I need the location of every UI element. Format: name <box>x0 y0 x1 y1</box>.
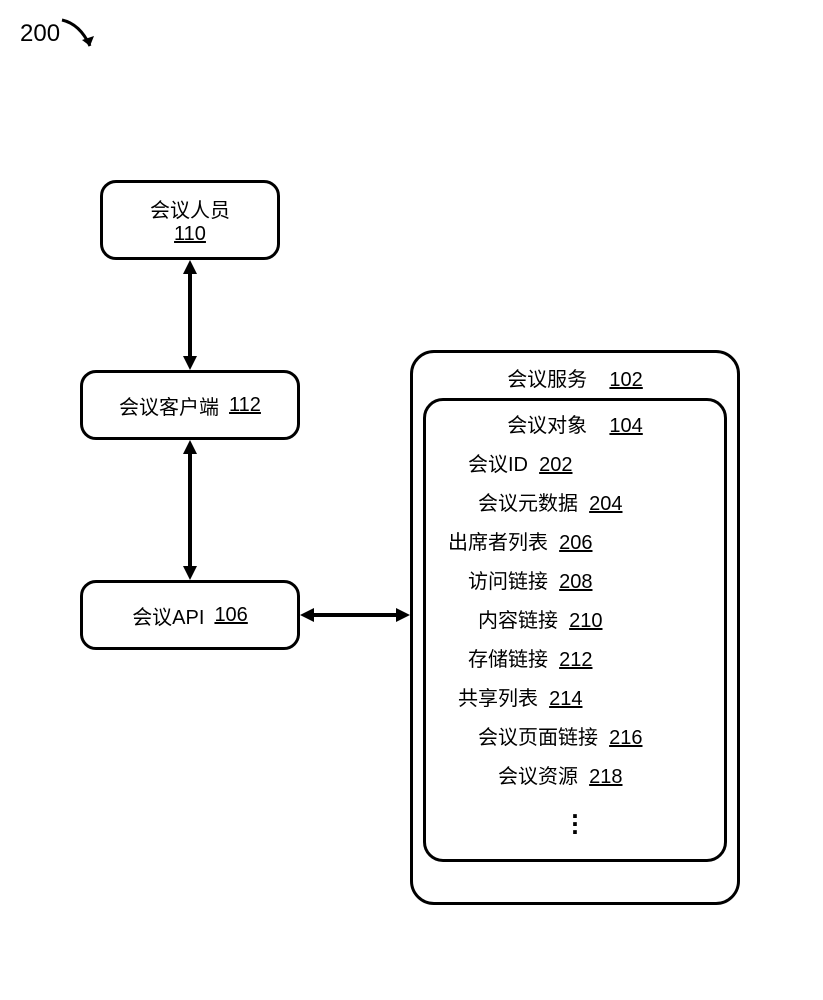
service-title: 会议服务 102 <box>423 363 727 392</box>
attr-ref: 212 <box>559 649 592 671</box>
box-meeting-object: 会议对象 104 会议ID 202 会议元数据 204 出席者列表 206 访问链接 … <box>423 398 727 862</box>
attr-label: 出席者列表 <box>448 532 548 554</box>
box-meeting-client: 会议客户端 112 <box>80 370 300 440</box>
attr-label: 内容链接 <box>478 610 558 632</box>
object-title: 会议对象 104 <box>448 409 702 438</box>
attendee-ref: 110 <box>174 223 206 246</box>
attr-ref: 216 <box>609 727 642 749</box>
attr-ref: 204 <box>589 493 622 515</box>
attr-ref: 210 <box>569 610 602 632</box>
attr-label: 会议资源 <box>498 766 578 788</box>
client-label: 会议客户端 <box>119 391 219 420</box>
attr-ref: 202 <box>539 454 572 476</box>
attr-label: 访问链接 <box>468 571 548 593</box>
attr-label: 存储链接 <box>468 649 548 671</box>
object-attr-list: 会议ID 202会议元数据 204出席者列表 206访问链接 208内容链接 2… <box>448 448 702 789</box>
attr-ref: 206 <box>559 532 592 554</box>
service-ref: 102 <box>609 369 642 391</box>
arrow-attendee-client <box>180 260 200 370</box>
object-ref: 104 <box>609 415 642 437</box>
box-meeting-service: 会议服务 102 会议对象 104 会议ID 202 会议元数据 204 出席者列表… <box>410 350 740 905</box>
object-attr: 会议ID 202 <box>468 448 702 477</box>
api-ref: 106 <box>214 604 247 627</box>
attr-ref: 214 <box>549 688 582 710</box>
ellipsis-icon: ... <box>448 805 702 829</box>
attr-label: 会议ID <box>468 454 528 476</box>
figure-number: 200 <box>20 20 60 48</box>
attr-label: 共享列表 <box>458 688 538 710</box>
attendee-label: 会议人员 <box>150 194 230 223</box>
service-label: 会议服务 <box>507 369 587 391</box>
object-attr: 访问链接 208 <box>468 565 702 594</box>
attr-ref: 218 <box>589 766 622 788</box>
box-meeting-api: 会议API 106 <box>80 580 300 650</box>
client-ref: 112 <box>229 394 261 417</box>
object-attr: 会议资源 218 <box>498 760 702 789</box>
object-label: 会议对象 <box>507 415 587 437</box>
object-attr: 会议元数据 204 <box>478 487 702 516</box>
attr-label: 会议页面链接 <box>478 727 598 749</box>
api-label: 会议API <box>132 601 204 630</box>
figure-arrow-icon <box>60 18 100 58</box>
object-attr: 内容链接 210 <box>478 604 702 633</box>
object-attr: 会议页面链接 216 <box>478 721 702 750</box>
object-attr: 共享列表 214 <box>458 682 702 711</box>
box-meeting-attendee: 会议人员 110 <box>100 180 280 260</box>
object-attr: 存储链接 212 <box>468 643 702 672</box>
attr-ref: 208 <box>559 571 592 593</box>
object-attr: 出席者列表 206 <box>448 526 702 555</box>
attr-label: 会议元数据 <box>478 493 578 515</box>
arrow-api-service <box>300 605 410 625</box>
arrow-client-api <box>180 440 200 580</box>
diagram-canvas: 200 会议人员 110 会议客户端 112 会议API 106 会议服务 <box>0 0 823 1000</box>
